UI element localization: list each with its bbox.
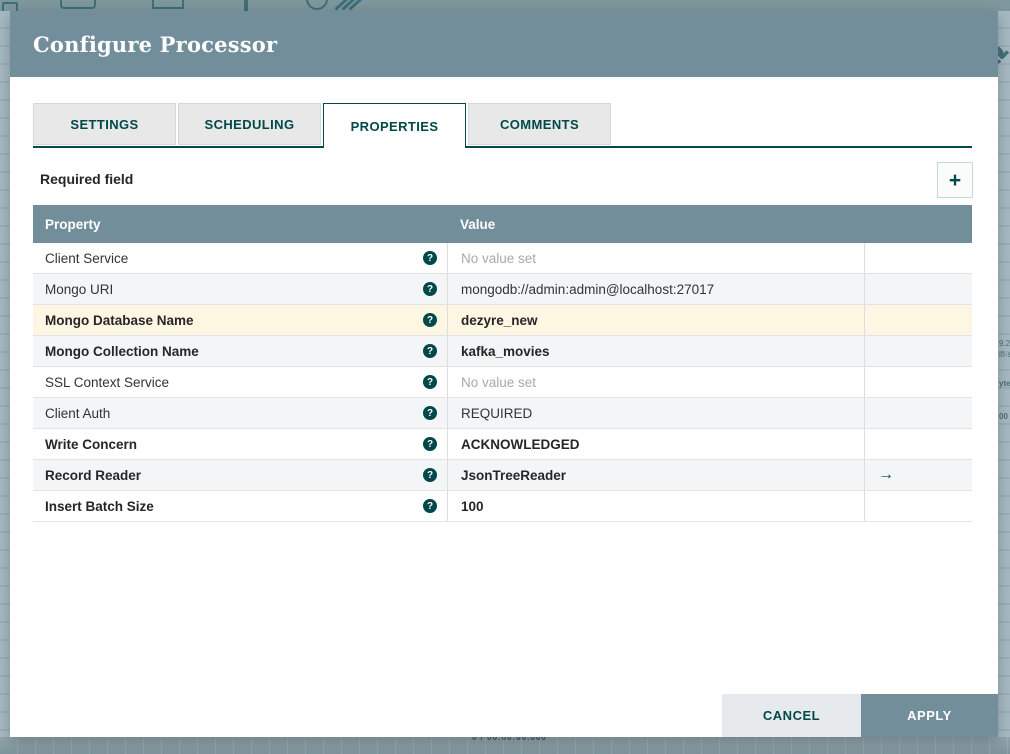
- help-icon[interactable]: ?: [423, 344, 437, 358]
- background-table-strip-right: ⟳ 9.2 ifi-s yte 00: [998, 11, 1010, 737]
- help-icon[interactable]: ?: [423, 251, 437, 265]
- configure-processor-dialog: Configure Processor SETTINGS SCHEDULING …: [10, 11, 998, 737]
- apply-button[interactable]: APPLY: [861, 694, 998, 737]
- table-row: Client Service? No value set: [33, 243, 972, 274]
- property-value[interactable]: JsonTreeReader: [447, 460, 865, 490]
- help-icon[interactable]: ?: [423, 313, 437, 327]
- background-toolbar-strip: [0, 0, 1010, 11]
- table-row: Write Concern? ACKNOWLEDGED: [33, 429, 972, 460]
- column-header-property: Property: [45, 216, 101, 232]
- property-name: Client Auth: [45, 405, 111, 421]
- dialog-title: Configure Processor: [33, 31, 278, 57]
- process-group-icon-fragment: [152, 0, 184, 9]
- table-row: Mongo URI? mongodb://admin:admin@localho…: [33, 274, 972, 305]
- property-value[interactable]: REQUIRED: [447, 398, 865, 428]
- property-value[interactable]: ACKNOWLEDGED: [447, 429, 865, 459]
- properties-table-header: Property Value: [33, 205, 972, 243]
- tab-comments[interactable]: COMMENTS: [468, 103, 611, 145]
- funnel-icon-fragment: [306, 0, 328, 10]
- property-value[interactable]: No value set: [447, 243, 865, 273]
- cancel-button[interactable]: CANCEL: [722, 694, 861, 737]
- property-value[interactable]: No value set: [447, 367, 865, 397]
- property-value[interactable]: dezyre_new: [447, 305, 865, 335]
- table-row: Client Auth? REQUIRED: [33, 398, 972, 429]
- port-icon-fragment: [244, 0, 248, 11]
- property-name: Insert Batch Size: [45, 498, 154, 514]
- background-text-fragment: 9.2: [999, 339, 1010, 348]
- tab-scheduling[interactable]: SCHEDULING: [178, 103, 321, 145]
- property-value[interactable]: mongodb://admin:admin@localhost:27017: [447, 274, 865, 304]
- go-to-service-icon[interactable]: →: [878, 466, 894, 484]
- help-icon[interactable]: ?: [423, 282, 437, 296]
- property-value[interactable]: kafka_movies: [447, 336, 865, 366]
- property-name: Mongo URI: [45, 281, 114, 297]
- refresh-icon: ⟳: [998, 39, 1009, 74]
- property-value[interactable]: 100: [447, 491, 865, 521]
- help-icon[interactable]: ?: [423, 375, 437, 389]
- property-name: Client Service: [45, 250, 129, 266]
- property-name: Mongo Database Name: [45, 312, 194, 328]
- toolbar-icon-fragment: [2, 2, 18, 11]
- help-icon[interactable]: ?: [423, 499, 437, 513]
- background-text-fragment: ifi-s: [999, 350, 1010, 359]
- dialog-tabs: SETTINGS SCHEDULING PROPERTIES COMMENTS: [33, 103, 972, 148]
- table-row: Record Reader? JsonTreeReader →: [33, 460, 972, 491]
- column-header-value: Value: [460, 216, 496, 232]
- property-name: SSL Context Service: [45, 374, 170, 390]
- processor-icon-fragment: [60, 0, 96, 9]
- table-row: Insert Batch Size? 100: [33, 491, 972, 522]
- property-name: Mongo Collection Name: [45, 343, 199, 359]
- background-text-fragment: 00: [999, 412, 1008, 421]
- properties-table: Property Value Client Service? No value …: [33, 205, 972, 522]
- add-property-button[interactable]: +: [937, 162, 973, 198]
- table-row: Mongo Collection Name? kafka_movies: [33, 336, 972, 367]
- help-icon[interactable]: ?: [423, 468, 437, 482]
- required-field-label: Required field: [40, 171, 134, 187]
- tab-settings[interactable]: SETTINGS: [33, 103, 176, 145]
- property-name: Write Concern: [45, 436, 138, 452]
- table-row: Mongo Database Name? dezyre_new: [33, 305, 972, 336]
- help-icon[interactable]: ?: [423, 437, 437, 451]
- background-statusbar-strip: 0 / 00:00:00.000: [0, 733, 1010, 754]
- dialog-header: Configure Processor: [10, 11, 998, 77]
- table-row: SSL Context Service? No value set: [33, 367, 972, 398]
- help-icon[interactable]: ?: [423, 406, 437, 420]
- background-text-fragment: yte: [999, 379, 1010, 388]
- background-table-strip-left: [0, 11, 10, 737]
- tabs-underline: [33, 146, 972, 148]
- property-name: Record Reader: [45, 467, 142, 483]
- tab-properties[interactable]: PROPERTIES: [323, 103, 466, 148]
